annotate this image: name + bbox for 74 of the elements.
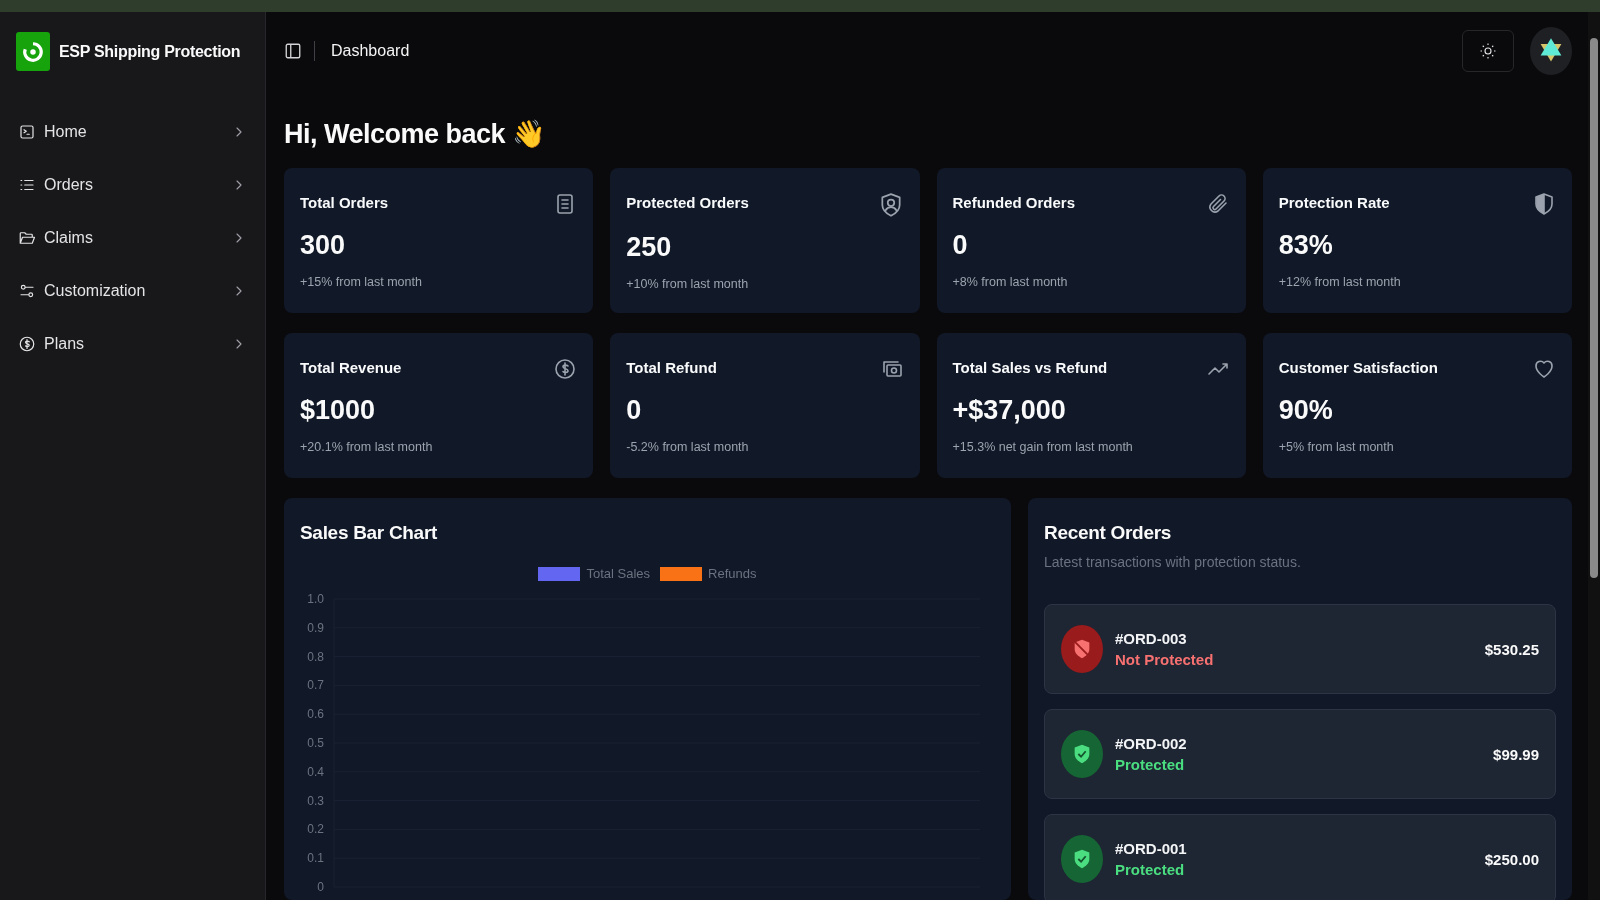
dollar-icon (553, 357, 578, 381)
app-logo (16, 32, 50, 71)
stat-value: 250 (626, 232, 673, 263)
order-status: Not Protected (1115, 651, 1215, 668)
order-amount: $530.25 (1484, 640, 1539, 658)
stat-change: +20.1% from last month (300, 440, 434, 454)
shield-icon (1532, 192, 1556, 216)
theme-toggle-button[interactable] (1462, 30, 1514, 72)
order-amount: $99.99 (1493, 745, 1539, 763)
stat-title: Total Revenue (300, 359, 402, 376)
y-axis-label: 0.5 (307, 736, 324, 750)
stat-title: Total Orders (300, 194, 389, 211)
sun-icon (1479, 42, 1497, 60)
y-axis-label: 0.8 (307, 649, 324, 664)
sliders-icon (18, 282, 36, 300)
y-axis-label: 0.4 (307, 764, 324, 779)
panel-subtitle: Latest transactions with protection status. (1044, 554, 1302, 570)
stat-title: Refunded Orders (952, 194, 1076, 211)
breadcrumb: Dashboard (331, 42, 411, 60)
stat-change: +8% from last month (952, 275, 1069, 289)
stat-title: Customer Satisfaction (1278, 359, 1438, 376)
order-row[interactable]: #ORD-002 Protected $99.99 (1044, 709, 1556, 799)
y-axis-label: 0.3 (307, 793, 324, 808)
folder-icon (18, 229, 36, 247)
terminal-icon (18, 123, 36, 141)
stat-change: +10% from last month (626, 277, 750, 291)
stat-title: Protected Orders (626, 194, 749, 211)
heart-icon (1532, 357, 1556, 381)
order-id: #ORD-001 (1115, 840, 1188, 857)
legend-label: Refunds (708, 566, 757, 581)
stat-value: 0 (626, 395, 643, 426)
stat-value: $1000 (300, 395, 377, 426)
sidebar-icon (284, 42, 302, 60)
legend-label: Total Sales (586, 566, 651, 581)
y-axis-label: 0.7 (307, 678, 324, 693)
y-axis-label: 0.6 (307, 707, 324, 722)
y-axis-label: 1.0 (307, 592, 324, 606)
sidebar-item[interactable]: Home (16, 115, 249, 149)
stat-value: +$37,000 (952, 395, 1067, 426)
stat-change: -5.2% from last month (626, 440, 750, 454)
stat-value: 83% (1278, 230, 1334, 261)
stat-title: Total Sales vs Refund (952, 359, 1108, 376)
stat-title: Total Refund (626, 359, 717, 376)
order-id: #ORD-002 (1115, 735, 1188, 752)
stat-change: +12% from last month (1278, 275, 1402, 289)
stat-change: +15.3% net gain from last month (952, 440, 1134, 454)
sidebar-item[interactable]: Orders (16, 168, 249, 202)
stat-value: 90% (1278, 395, 1334, 426)
avatar[interactable] (1530, 27, 1572, 75)
chart-title: Sales Bar Chart (300, 522, 438, 544)
y-axis-label: 0.9 (307, 620, 324, 635)
y-axis-label: 0.1 (307, 851, 324, 866)
stat-title: Protection Rate (1278, 194, 1390, 211)
order-row[interactable]: #ORD-003 Not Protected $530.25 (1044, 604, 1556, 694)
y-axis-label: 0 (317, 880, 324, 894)
y-axis-label: 0.2 (307, 822, 324, 837)
stat-change: +5% from last month (1278, 440, 1395, 454)
scrollbar[interactable] (1588, 12, 1600, 900)
sidebar-item[interactable]: Customization (16, 274, 249, 308)
dollar-icon (18, 335, 36, 353)
order-status: Protected (1115, 756, 1186, 773)
order-amount: $250.00 (1484, 850, 1539, 868)
panel-title: Recent Orders (1044, 522, 1173, 544)
welcome-heading: Hi, Welcome back 👋 (284, 118, 547, 150)
stat-value: 0 (952, 230, 969, 261)
sidebar-item[interactable]: Claims (16, 221, 249, 255)
sidebar-item[interactable]: Plans (16, 327, 249, 361)
stat-value: 300 (300, 230, 347, 261)
order-status: Protected (1115, 861, 1186, 878)
order-row[interactable]: #ORD-001 Protected $250.00 (1044, 814, 1556, 900)
brand-name: ESP Shipping Protection (59, 42, 241, 61)
order-id: #ORD-003 (1115, 630, 1188, 647)
stat-change: +15% from last month (300, 275, 423, 289)
sidebar-toggle-button[interactable] (284, 42, 302, 60)
